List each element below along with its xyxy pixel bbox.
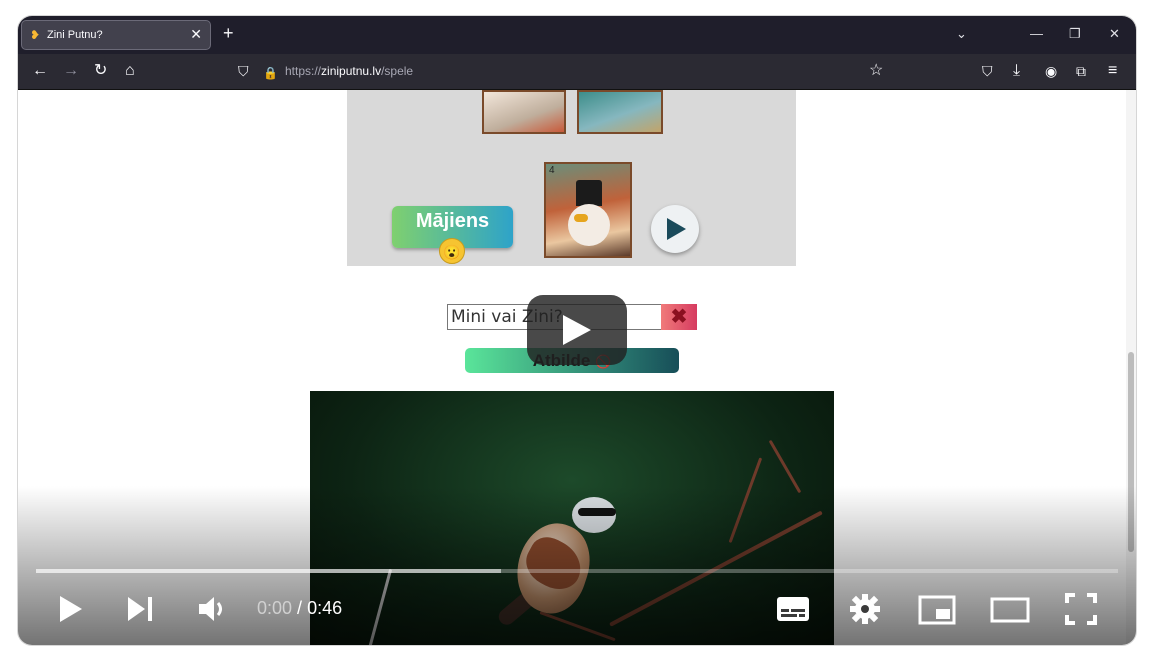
beak-image bbox=[574, 214, 588, 222]
bird-card-top-right[interactable] bbox=[577, 90, 663, 134]
settings-gear-icon[interactable] bbox=[849, 593, 881, 625]
new-tab-button[interactable]: + bbox=[223, 24, 234, 42]
fullscreen-icon[interactable] bbox=[1065, 593, 1097, 625]
pocket-icon[interactable]: ⛉ bbox=[982, 62, 993, 80]
extensions-icon[interactable]: ⧉ bbox=[1076, 62, 1086, 80]
game-board: 4 Mājiens 😮 bbox=[347, 90, 796, 266]
lock-icon[interactable]: 🔒 bbox=[263, 64, 278, 82]
play-icon[interactable] bbox=[58, 594, 84, 624]
account-icon[interactable]: ◉ bbox=[1045, 62, 1057, 80]
video-frame: ❥ Zini Putnu? ✕ + ⌄ — ❐ ✕ ← → ↻ ⌂ ⛉ 🔒 ht… bbox=[18, 16, 1136, 645]
download-icon[interactable]: ⤓ bbox=[1013, 62, 1020, 80]
current-bird-card[interactable]: 4 bbox=[544, 162, 632, 258]
top-hat-image bbox=[576, 180, 602, 206]
browser-tab-bar: ❥ Zini Putnu? ✕ + ⌄ — ❐ ✕ bbox=[18, 16, 1136, 54]
large-play-button[interactable] bbox=[527, 295, 627, 365]
forward-icon[interactable]: → bbox=[63, 62, 79, 80]
play-icon bbox=[667, 218, 686, 240]
volume-icon[interactable] bbox=[197, 595, 227, 623]
minimize-button[interactable]: — bbox=[1030, 26, 1043, 42]
bird-face-image bbox=[568, 204, 610, 246]
home-icon[interactable]: ⌂ bbox=[125, 62, 135, 80]
menu-icon[interactable]: ≡ bbox=[1108, 62, 1117, 80]
url-bar[interactable]: https://ziniputnu.lv/spele bbox=[285, 64, 413, 78]
clear-answer-button[interactable]: ✖ bbox=[661, 304, 697, 330]
bird-card-top-left[interactable] bbox=[482, 90, 566, 134]
time-separator: / bbox=[292, 598, 308, 618]
browser-tab[interactable]: ❥ Zini Putnu? ✕ bbox=[21, 20, 211, 50]
restore-button[interactable]: ❐ bbox=[1069, 26, 1081, 42]
reload-icon[interactable]: ↻ bbox=[94, 62, 107, 80]
tab-title: Zini Putnu? bbox=[47, 29, 103, 41]
video-progress-bar[interactable] bbox=[36, 569, 1118, 573]
player-controls-gradient bbox=[18, 486, 1136, 645]
chevron-down-icon[interactable]: ⌄ bbox=[956, 26, 967, 42]
shield-icon[interactable]: ⛉ bbox=[238, 62, 249, 80]
play-icon bbox=[563, 315, 591, 345]
theater-mode-icon[interactable] bbox=[990, 597, 1030, 623]
current-time: 0:00 bbox=[257, 598, 293, 618]
duration: 0:46 bbox=[307, 598, 343, 618]
tab-close-icon[interactable]: ✕ bbox=[190, 26, 202, 43]
bookmark-star-icon[interactable]: ☆ bbox=[869, 62, 883, 80]
time-display: 0:00 / 0:46 bbox=[257, 598, 342, 619]
surprised-face-icon: 😮 bbox=[439, 238, 465, 264]
next-card-play-button[interactable] bbox=[651, 205, 699, 253]
bird-favicon-icon: ❥ bbox=[30, 28, 41, 42]
subtitles-icon[interactable] bbox=[776, 596, 810, 622]
next-video-icon[interactable] bbox=[126, 596, 154, 622]
miniplayer-icon[interactable] bbox=[918, 595, 956, 625]
buffered-bar bbox=[36, 569, 502, 573]
card-number: 4 bbox=[549, 165, 555, 176]
browser-nav-bar: ← → ↻ ⌂ ⛉ 🔒 https://ziniputnu.lv/spele ☆… bbox=[18, 54, 1136, 90]
back-icon[interactable]: ← bbox=[32, 62, 48, 80]
close-window-button[interactable]: ✕ bbox=[1109, 26, 1120, 42]
